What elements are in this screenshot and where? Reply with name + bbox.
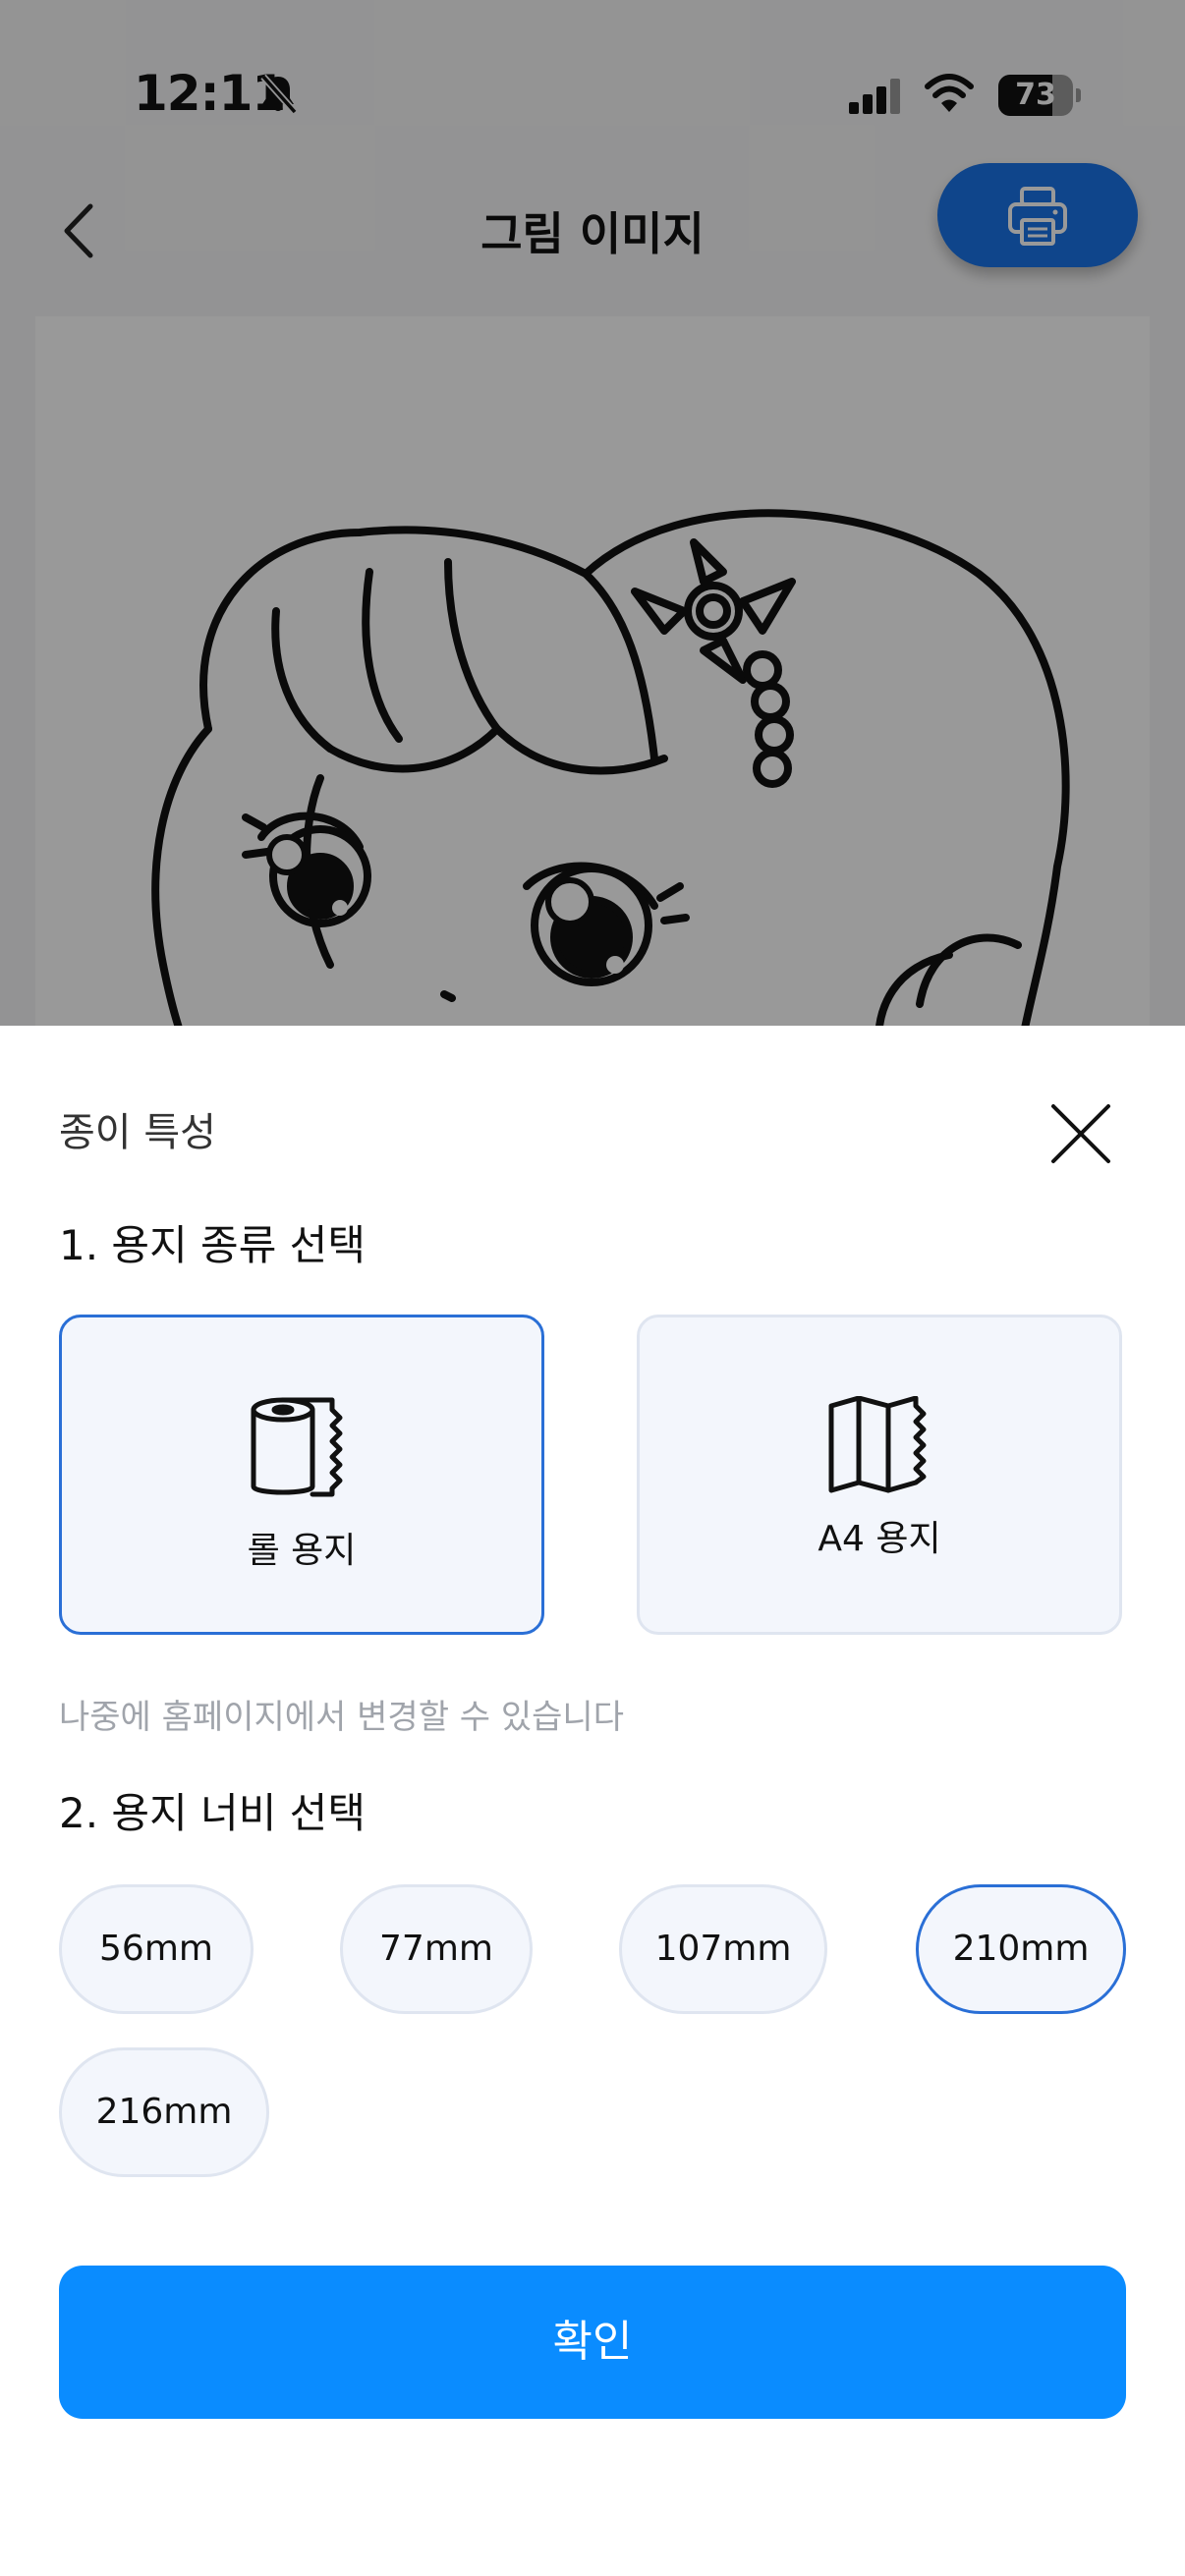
paper-settings-sheet: 종이 특성 1. 용지 종류 선택 롤 용지 A4 용지 나중에 홈페이지에서 … (0, 1026, 1185, 2576)
width-option-107mm[interactable]: 107mm (619, 1884, 827, 2014)
close-icon (1051, 1104, 1110, 1163)
paper-type-a4-option[interactable]: A4 용지 (637, 1315, 1122, 1635)
paper-type-roll-option[interactable]: 롤 용지 (59, 1315, 544, 1635)
paper-roll-icon (62, 1396, 541, 1506)
paper-width-heading: 2. 용지 너비 선택 (59, 1789, 366, 1837)
sheet-title: 종이 특성 (59, 1110, 216, 1155)
width-option-216mm[interactable]: 216mm (59, 2047, 269, 2177)
width-option-77mm[interactable]: 77mm (340, 1884, 533, 2014)
folded-paper-icon (640, 1395, 1119, 1498)
modal-backdrop[interactable] (0, 0, 1185, 1026)
hint-text: 나중에 홈페이지에서 변경할 수 있습니다 (59, 1698, 624, 1737)
top-area: 12:11 73 그림 이미지 (0, 0, 1185, 1026)
confirm-button[interactable]: 확인 (59, 2266, 1126, 2419)
close-button[interactable] (1044, 1096, 1118, 1171)
width-option-56mm[interactable]: 56mm (59, 1884, 254, 2014)
paper-type-heading: 1. 용지 종류 선택 (59, 1221, 366, 1269)
paper-type-a4-label: A4 용지 (818, 1519, 941, 1559)
width-option-210mm[interactable]: 210mm (916, 1884, 1126, 2014)
paper-type-roll-label: 롤 용지 (247, 1531, 357, 1571)
